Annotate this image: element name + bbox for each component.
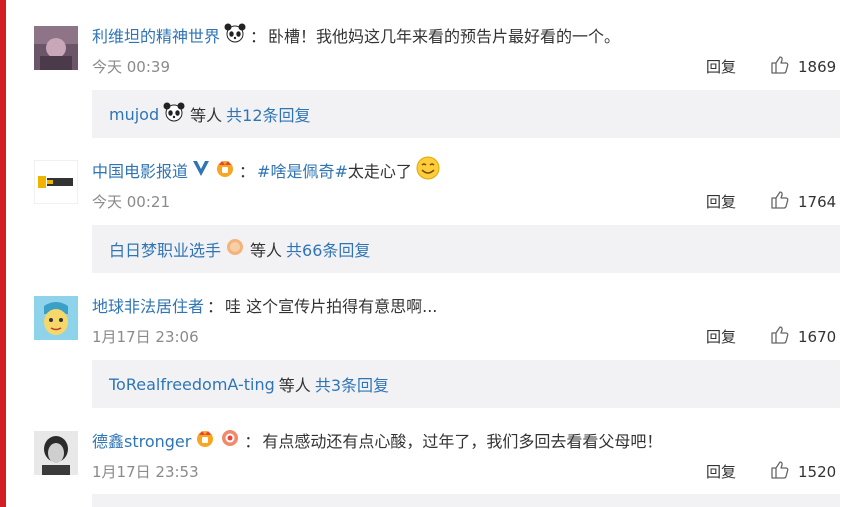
comment-text: 太走心了 [347,162,412,181]
sub-reply-count[interactable]: 共3条回复 [315,372,389,396]
comment-time: 今天 00:21 [92,193,170,211]
thumbs-up-icon [770,460,790,484]
comment-username[interactable]: 德鑫stronger [92,428,191,452]
like-count: 1670 [798,328,837,346]
sub-reply-count[interactable]: 共12条回复 [226,102,310,126]
comment-time: 今天 00:39 [92,58,170,76]
like-button[interactable]: 1869 [770,55,836,79]
thumbs-up-icon [770,55,790,79]
thumbs-up-icon [770,325,790,349]
sub-reply-box[interactable]: 白日梦职业选手 等人 共66条回复 [92,225,840,273]
comment-username[interactable]: 中国电影报道 [92,158,188,182]
sub-reply-user[interactable]: mujod [109,105,159,124]
sub-reply-box-partial [92,494,840,507]
avatar[interactable] [34,160,78,204]
panda-icon [162,102,186,126]
colon: ： [239,162,256,181]
comment-username[interactable]: 利维坦的精神世界 [92,23,220,47]
crown-badge-icon [214,157,236,183]
reply-button[interactable]: 回复 [706,56,736,77]
reply-button[interactable]: 回复 [706,326,736,347]
avatar[interactable] [34,431,78,475]
reply-button[interactable]: 回复 [706,461,736,482]
comment-time: 1月17日 23:53 [92,463,199,481]
comment-text: 哇 这个宣传片拍得有意思啊... [225,297,438,316]
crown-badge-icon [194,427,216,453]
verified-v-icon [191,158,211,182]
colon: ： [244,432,261,451]
comment-text: 有点感动还有点心酸，过年了，我们多回去看看父母吧！ [262,432,663,451]
sub-reply-user[interactable]: 白日梦职业选手 [109,237,221,261]
smile-emoji-icon [415,155,441,185]
comment-time: 1月17日 23:06 [92,328,199,346]
sub-reply-etc: 等人 [250,241,283,260]
left-accent-bar [0,0,6,507]
comment-text: 卧槽！我他妈这几年来看的预告片最好看的一个。 [268,27,621,46]
like-count: 1520 [798,463,837,481]
panda-icon [223,23,247,47]
sub-reply-user[interactable]: ToRealfreedomA-ting [109,375,275,394]
comment-username[interactable]: 地球非法居住者 [92,293,204,317]
medal-badge-icon [219,427,241,453]
reply-button[interactable]: 回复 [706,191,736,212]
avatar[interactable] [34,26,78,70]
sub-reply-count[interactable]: 共66条回复 [286,237,370,261]
avatar[interactable] [34,296,78,340]
hashtag-link[interactable]: #啥是佩奇# [257,158,348,182]
colon: ： [207,297,224,316]
sub-reply-etc: 等人 [278,376,311,395]
colon: ： [250,27,267,46]
thumbs-up-icon [770,190,790,214]
like-count: 1764 [798,193,837,211]
sub-reply-box[interactable]: mujod 等人 共12条回复 [92,90,840,138]
sub-reply-box[interactable]: ToRealfreedomA-ting 等人 共3条回复 [92,360,840,408]
medal-badge-icon [224,236,246,262]
like-button[interactable]: 1764 [770,190,836,214]
like-count: 1869 [798,58,837,76]
like-button[interactable]: 1520 [770,460,836,484]
like-button[interactable]: 1670 [770,325,836,349]
sub-reply-etc: 等人 [190,106,223,125]
